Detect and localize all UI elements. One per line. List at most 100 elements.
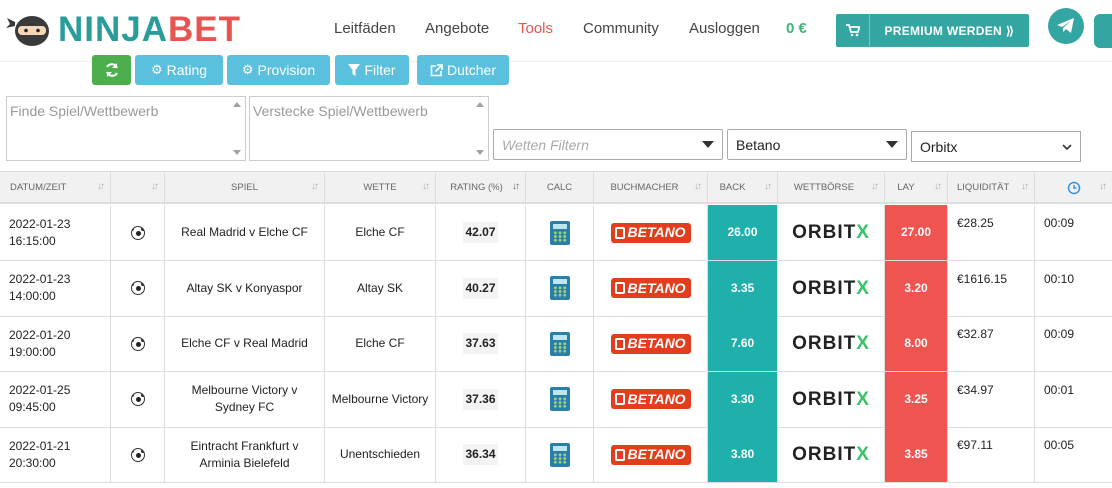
lay-odds-cell[interactable]: 8.00: [885, 316, 948, 371]
find-match-textarea[interactable]: Finde Spiel/Wettbewerb: [6, 96, 246, 161]
exchange-cell[interactable]: ORBITX: [778, 427, 885, 482]
premium-button[interactable]: PREMIUM WERDEN ⟫: [836, 14, 1029, 47]
hide-match-scrollbar[interactable]: [473, 98, 487, 159]
back-odds-cell[interactable]: 26.00: [708, 205, 778, 260]
orbitx-logo[interactable]: ORBITX: [792, 388, 870, 410]
exchange-cell[interactable]: ORBITX: [778, 316, 885, 371]
orbitx-logo[interactable]: ORBITX: [792, 445, 870, 464]
ninjabet-logo[interactable]: NINJABET: [6, 9, 241, 51]
bookmaker-cell[interactable]: BETANO: [594, 371, 708, 427]
col-header-exchange[interactable]: WETTBÖRSE ↓↑: [778, 172, 885, 203]
row-back-odds: 3.30: [730, 391, 755, 406]
rating-button[interactable]: ⚙ Rating: [135, 55, 223, 85]
exchange-cell[interactable]: ORBITX: [778, 260, 885, 316]
betano-logo-text: BETANO: [627, 224, 686, 240]
bookmaker-cell[interactable]: BETANO: [594, 205, 708, 260]
filter-button[interactable]: Filter: [335, 55, 409, 85]
dutcher-button[interactable]: Dutcher: [417, 55, 509, 85]
liquidity-cell: €28.25: [948, 205, 1035, 260]
bet-filter-select[interactable]: Wetten Filtern: [493, 129, 723, 160]
hide-match-textarea[interactable]: Verstecke Spiel/Wettbewerb: [249, 96, 489, 161]
orbitx-logo[interactable]: ORBITX: [792, 279, 870, 298]
instagram-icon[interactable]: [1094, 14, 1112, 48]
betano-logo[interactable]: BETANO: [610, 444, 691, 465]
sort-icon: ↓↑: [934, 181, 942, 192]
col-header-rating[interactable]: RATING (%) ↓↑: [436, 172, 526, 203]
col-header-bet[interactable]: WETTE ↓↑: [325, 172, 436, 203]
nav-leitfaeden[interactable]: Leitfäden: [334, 20, 396, 37]
date-cell: 2022-01-23 16:15:00: [0, 205, 111, 260]
calculator-icon[interactable]: [549, 442, 570, 467]
exchange-cell[interactable]: ORBITX: [778, 371, 885, 427]
cart-icon: [836, 14, 870, 47]
betano-logo-text: BETANO: [627, 335, 686, 351]
calculator-icon[interactable]: [549, 220, 570, 245]
match-cell: Eintracht Frankfurt v Arminia Bielefeld: [165, 427, 325, 482]
row-lay-odds: 3.25: [904, 391, 928, 406]
calc-cell[interactable]: [526, 205, 594, 260]
betano-logo[interactable]: BETANO: [610, 333, 691, 354]
rating-cell: 37.63: [436, 316, 526, 371]
orbitx-logo-main: ORBIT: [792, 388, 857, 410]
exchange-cell[interactable]: ORBITX: [778, 205, 885, 260]
calculator-icon[interactable]: [549, 331, 570, 356]
betano-logo[interactable]: BETANO: [610, 222, 691, 243]
betano-logo-text: BETANO: [627, 446, 686, 462]
row-match: Altay SK v Konyaspor: [186, 280, 303, 295]
calc-cell[interactable]: [526, 316, 594, 371]
back-odds-cell[interactable]: 7.60: [708, 316, 778, 371]
col-header-time[interactable]: ↓↑: [1035, 172, 1112, 203]
orbitx-logo[interactable]: ORBITX: [792, 223, 870, 242]
provision-button[interactable]: ⚙ Provision: [227, 55, 330, 85]
bookmaker-cell[interactable]: BETANO: [594, 316, 708, 371]
liquidity-cell: €97.11: [948, 427, 1035, 482]
calc-cell[interactable]: [526, 260, 594, 316]
top-header: NINJABET Leitfäden Angebote Tools Commun…: [0, 0, 1112, 62]
lay-odds-cell[interactable]: 3.85: [885, 427, 948, 482]
col-header-calc[interactable]: CALC: [526, 172, 594, 203]
filter-button-label: Filter: [364, 62, 396, 78]
lay-odds-cell[interactable]: 3.20: [885, 260, 948, 316]
telegram-icon[interactable]: [1048, 8, 1084, 44]
col-header-date[interactable]: DATUM/ZEIT ↓↑: [0, 172, 111, 203]
refresh-button[interactable]: [92, 55, 131, 85]
lay-odds-cell[interactable]: 27.00: [885, 205, 948, 260]
calc-cell[interactable]: [526, 427, 594, 482]
col-header-sport[interactable]: ↓↑: [111, 172, 165, 203]
row-bet: Melbourne Victory: [331, 391, 429, 406]
nav-community[interactable]: Community: [583, 20, 659, 37]
calc-cell[interactable]: [526, 371, 594, 427]
col-header-back[interactable]: BACK ↓↑: [708, 172, 778, 203]
row-rating: 40.27: [463, 277, 498, 299]
find-match-scrollbar[interactable]: [230, 98, 244, 159]
back-odds-cell[interactable]: 3.80: [708, 427, 778, 482]
bookmaker-cell[interactable]: BETANO: [594, 260, 708, 316]
betano-logo[interactable]: BETANO: [610, 278, 691, 298]
orbitx-logo[interactable]: ORBITX: [792, 334, 870, 353]
back-odds-cell[interactable]: 3.30: [708, 371, 778, 427]
col-header-lay[interactable]: LAY ↓↑: [885, 172, 948, 203]
sport-cell: [111, 371, 165, 427]
row-rating: 36.34: [463, 444, 498, 465]
col-header-bookmaker[interactable]: BUCHMACHER ↓↑: [594, 172, 708, 203]
bookmaker-cell[interactable]: BETANO: [594, 427, 708, 482]
back-odds-cell[interactable]: 3.35: [708, 260, 778, 316]
lay-odds-cell[interactable]: 3.25: [885, 371, 948, 427]
nav-tools[interactable]: Tools: [518, 20, 553, 37]
hide-match-placeholder: Verstecke Spiel/Wettbewerb: [253, 103, 428, 119]
exchange-select[interactable]: Orbitx: [911, 131, 1081, 162]
nav-angebote[interactable]: Angebote: [425, 20, 489, 37]
table-row: 2022-01-20 19:00:00 Elche CF v Real Madrid…: [0, 316, 1112, 372]
nav-ausloggen[interactable]: Ausloggen: [689, 20, 760, 37]
row-lay-odds: 8.00: [904, 336, 928, 350]
row-lay-odds: 27.00: [900, 225, 932, 239]
betano-logo[interactable]: BETANO: [610, 389, 691, 409]
rating-cell: 37.36: [436, 371, 526, 427]
row-timer: 00:10: [1044, 271, 1075, 286]
col-header-liquidity[interactable]: LIQUIDITÄT ↓↑: [948, 172, 1035, 203]
calculator-icon[interactable]: [549, 387, 570, 411]
table-row: 2022-01-23 16:15:00 Real Madrid v Elche CF…: [0, 205, 1112, 261]
col-header-match[interactable]: SPIEL ↓↑: [165, 172, 325, 203]
calculator-icon[interactable]: [549, 276, 570, 300]
bookmaker-select[interactable]: Betano: [727, 129, 907, 160]
